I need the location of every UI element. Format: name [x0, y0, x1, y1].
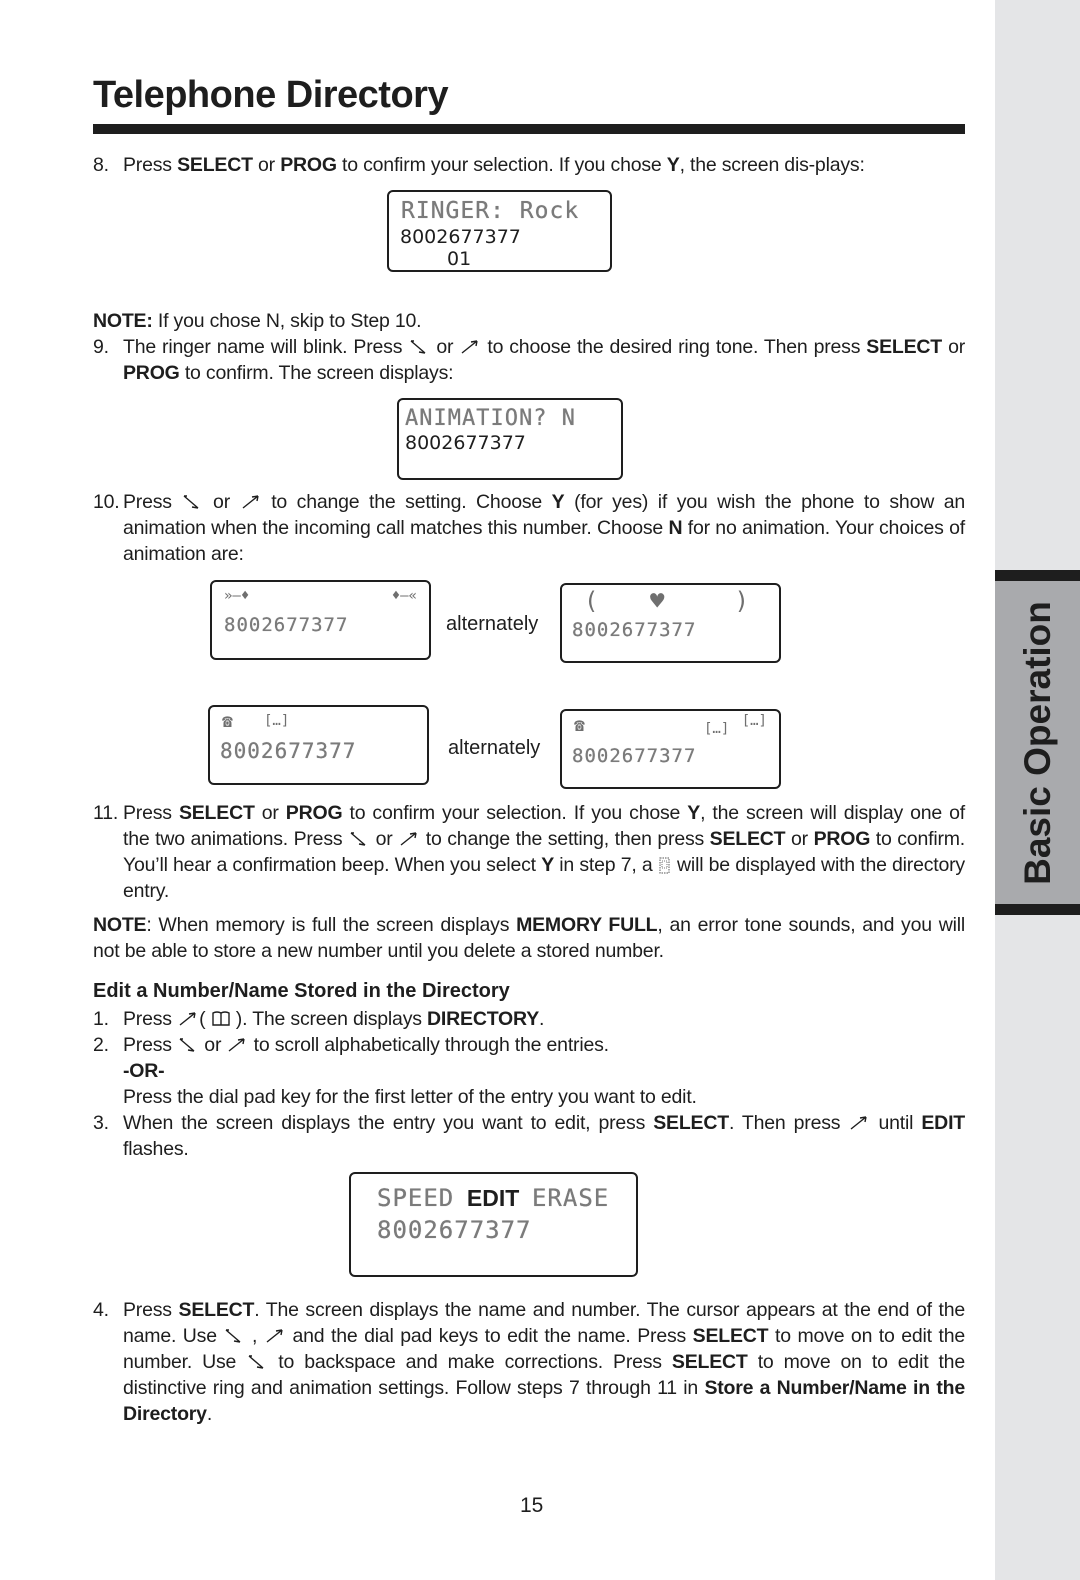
lcd-animation-heart-frame-b: ( ♥ ) 8002677377 — [560, 583, 781, 663]
note-skip: NOTE: If you chose N, skip to Step 10. — [93, 310, 422, 332]
lcd-number: 8002677377 — [220, 739, 357, 763]
phone-icon: ☎ — [222, 711, 233, 732]
book-icon — [211, 1011, 231, 1027]
step-number: 2. — [93, 1034, 109, 1056]
step-text: Press or to scroll alphabetically throug… — [123, 1034, 697, 1108]
arrow-animation-icon: »—♦ — [224, 588, 250, 604]
step-number: 8. — [93, 154, 109, 176]
lcd-option-erase: ERASE — [531, 1184, 610, 1212]
step-text: The ringer name will blink. Press or to … — [123, 336, 966, 384]
step-number: 11. — [93, 802, 119, 824]
lcd-ringer-index: 01 — [447, 248, 472, 270]
message-icon: […] — [741, 713, 767, 729]
up-arrow-icon — [264, 1328, 286, 1344]
lcd-number: 8002677377 — [572, 745, 697, 767]
message-icon: […] — [264, 713, 290, 729]
step-8: 8. Press SELECT or PROG to confirm your … — [93, 152, 965, 178]
lcd-number: 8002677377 — [405, 432, 526, 454]
heart-icon: ♥ — [650, 587, 665, 615]
step-text: Press ( ). The screen displays DIRECTORY… — [123, 1008, 545, 1030]
note-label: NOTE — [93, 914, 147, 936]
lcd-animation-arrows-frame-a: »—♦ ♦—« 8002677377 — [210, 580, 431, 660]
lcd-option-edit-selected: EDIT — [466, 1185, 520, 1211]
bracket-icon: ) — [734, 587, 749, 615]
down-arrow-icon — [223, 1328, 245, 1344]
note-label: NOTE: — [93, 310, 153, 332]
lcd-number: 8002677377 — [400, 226, 521, 248]
section-tab-label: Basic Operation — [1016, 600, 1058, 885]
up-arrow-icon — [848, 1115, 870, 1131]
animation-indicator-icon — [658, 857, 672, 874]
lcd-option-speed: SPEED — [377, 1184, 455, 1212]
down-arrow-icon — [181, 494, 203, 510]
step-number: 9. — [93, 336, 109, 358]
step-number: 1. — [93, 1008, 109, 1030]
page-number: 15 — [520, 1494, 544, 1517]
bracket-icon: ( — [584, 587, 599, 615]
lcd-animation-phone-frame-a: ☎ […] 8002677377 — [208, 705, 429, 785]
lcd-animation: ANIMATION? N 8002677377 — [397, 398, 623, 480]
step-number: 3. — [93, 1112, 109, 1134]
lcd-number: 8002677377 — [224, 614, 349, 636]
alternately-label: alternately — [448, 737, 541, 759]
alternately-label: alternately — [446, 613, 539, 635]
step-number: 4. — [93, 1299, 109, 1321]
step-number: 10. — [93, 491, 120, 513]
lcd-line: RINGER: Rock — [401, 198, 580, 224]
step-text: Press or to change the setting. Choose Y… — [123, 491, 965, 565]
section-tab: Basic Operation — [995, 570, 1080, 915]
step-text: When the screen displays the entry you w… — [123, 1112, 965, 1160]
edit-step-4: 4. Press SELECT. The screen displays the… — [93, 1297, 965, 1427]
edit-step-3: 3. When the screen displays the entry yo… — [93, 1110, 965, 1162]
page-title: Telephone Directory — [93, 74, 449, 116]
lcd-animation-phone-frame-b: ☎ […] […] 8002677377 — [560, 709, 781, 789]
title-rule — [93, 124, 965, 134]
down-arrow-icon — [177, 1037, 199, 1053]
phone-icon: ☎ — [574, 715, 585, 736]
up-arrow-icon — [177, 1011, 199, 1027]
edit-step-1: 1. Press ( ). The screen displays DIRECT… — [93, 1006, 965, 1032]
edit-step-2: 2. Press or to scroll alphabetically thr… — [93, 1032, 965, 1110]
lcd-edit-menu: SPEED EDIT ERASE 8002677377 — [349, 1172, 638, 1277]
step-9: 9. The ringer name will blink. Press or … — [93, 334, 965, 386]
section-heading: Edit a Number/Name Stored in the Directo… — [93, 980, 510, 1002]
up-arrow-icon — [226, 1037, 248, 1053]
arrow-animation-icon: ♦—« — [391, 588, 417, 604]
down-arrow-icon — [408, 339, 430, 355]
step-text: Press SELECT or PROG to confirm your sel… — [123, 802, 966, 902]
message-icon: […] — [704, 721, 730, 737]
note-memory-full: NOTE: When memory is full the screen dis… — [93, 914, 965, 962]
step-text: Press SELECT or PROG to confirm your sel… — [123, 154, 865, 176]
down-arrow-icon — [246, 1354, 268, 1370]
up-arrow-icon — [398, 831, 420, 847]
step-text: Press SELECT. The screen displays the na… — [123, 1299, 966, 1425]
step-11: 11. Press SELECT or PROG to confirm your… — [93, 800, 965, 904]
step-10: 10. Press or to change the setting. Choo… — [93, 489, 965, 567]
lcd-ringer: RINGER: Rock 8002677377 01 — [387, 190, 612, 272]
lcd-number: 8002677377 — [377, 1216, 532, 1244]
lcd-line: ANIMATION? N — [405, 406, 576, 431]
up-arrow-icon — [240, 494, 262, 510]
lcd-number: 8002677377 — [572, 619, 697, 641]
down-arrow-icon — [348, 831, 370, 847]
up-arrow-icon — [459, 339, 481, 355]
or-separator: -OR- — [123, 1060, 165, 1082]
